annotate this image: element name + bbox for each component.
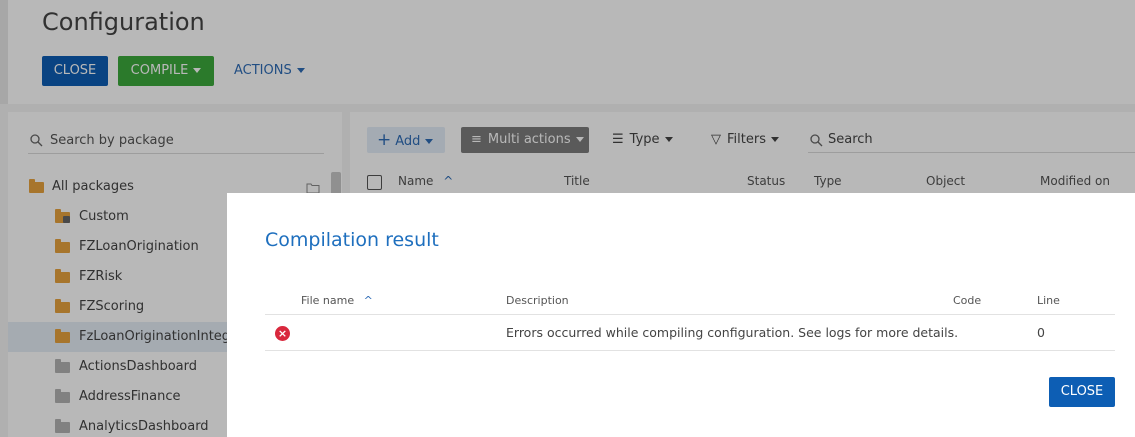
column-header-file-name[interactable]: File name ^	[301, 287, 373, 313]
column-header-description[interactable]: Description	[506, 287, 569, 313]
column-header-line[interactable]: Line	[1037, 287, 1060, 313]
table-row[interactable]: × Errors occurred while compiling config…	[265, 315, 1115, 351]
column-header-code[interactable]: Code	[953, 287, 981, 313]
cell-description: Errors occurred while compiling configur…	[506, 325, 959, 340]
sort-ascending-icon: ^	[363, 294, 373, 307]
dialog-close-button[interactable]: CLOSE	[1049, 377, 1115, 407]
dialog-title: Compilation result	[265, 229, 439, 251]
column-header-label: File name	[301, 294, 355, 307]
error-icon: ×	[275, 326, 290, 341]
dialog-close-label: CLOSE	[1060, 384, 1104, 399]
compilation-result-dialog: Compilation result File name ^ Descripti…	[227, 193, 1135, 437]
cell-line: 0	[1037, 325, 1045, 340]
